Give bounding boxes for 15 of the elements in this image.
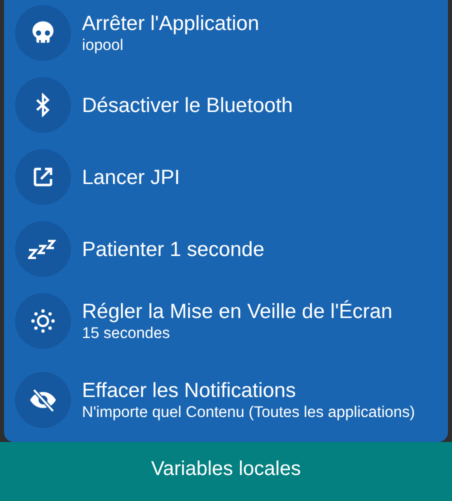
action-title: Régler la Mise en Veille de l'Écran [82,298,392,324]
action-subtitle: 15 secondes [82,324,171,344]
action-title: Lancer JPI [82,164,180,190]
action-title: Désactiver le Bluetooth [82,92,293,118]
open-external-icon [31,165,55,189]
hidden-eye-icon [29,387,57,413]
bluetooth-icon [35,93,51,117]
sleep-icon [28,239,58,259]
action-title: Arrêter l'Application [82,10,260,36]
action-title: Patienter 1 seconde [82,236,264,262]
action-subtitle: N'importe quel Contenu (Toutes les applications) [82,402,415,422]
local-variables-button[interactable]: Variables locales [0,442,452,501]
action-subtitle: iopool [82,36,124,56]
action-title: Effacer les Notifications [82,378,297,402]
brightness-icon [30,308,56,334]
